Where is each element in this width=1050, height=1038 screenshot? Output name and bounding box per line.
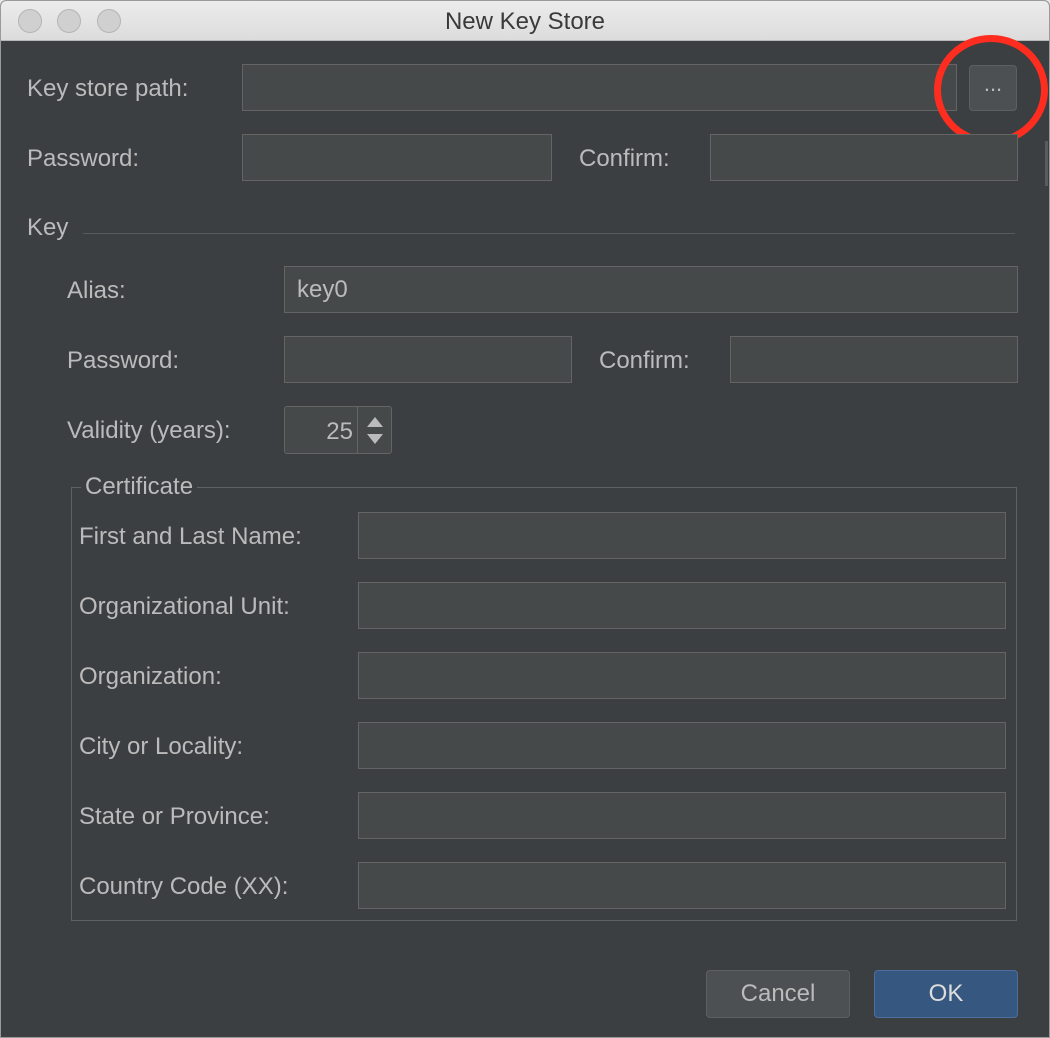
validity-label: Validity (years): [67,417,231,444]
key-section-label: Key [27,214,69,241]
keystore-password-label: Password: [27,145,140,172]
cert-city-input[interactable] [358,722,1006,769]
cert-org-unit-input[interactable] [358,582,1006,629]
cert-country-label: Country Code (XX): [79,873,289,900]
key-section-divider [83,233,1015,234]
cert-state-input[interactable] [358,792,1006,839]
key-password-label: Password: [67,347,180,374]
cancel-button[interactable]: Cancel [706,970,850,1018]
key-confirm-input[interactable] [730,336,1018,383]
validity-stepper[interactable]: 25 [284,406,392,454]
increment-arrow-icon[interactable] [367,417,383,427]
cert-state-label: State or Province: [79,803,270,830]
cert-org-unit-label: Organizational Unit: [79,593,290,620]
title-bar: New Key Store [1,1,1049,41]
validity-value: 25 [326,418,353,445]
key-password-input[interactable] [284,336,572,383]
ok-button[interactable]: OK [874,970,1018,1018]
keystore-confirm-input[interactable] [710,134,1018,181]
alias-input[interactable] [284,266,1018,313]
cert-organization-input[interactable] [358,652,1006,699]
cert-organization-label: Organization: [79,663,222,690]
window-title: New Key Store [444,8,606,35]
cert-city-label: City or Locality: [79,733,244,760]
alias-label: Alias: [67,277,126,304]
cert-name-label: First and Last Name: [79,523,302,550]
cert-name-input[interactable] [358,512,1006,559]
highlight-circle-annotation [934,35,1048,145]
decrement-arrow-icon[interactable] [367,434,383,444]
stepper-arrows[interactable] [357,407,391,453]
key-confirm-label: Confirm: [599,347,690,374]
cert-country-input[interactable] [358,862,1006,909]
keystore-path-input[interactable] [242,64,957,111]
certificate-legend: Certificate [81,473,198,501]
keystore-path-label: Key store path: [27,75,189,102]
new-key-store-dialog: New Key Store Key store path: ... Passwo… [0,0,1050,1038]
keystore-confirm-label: Confirm: [579,145,670,172]
scrollbar-edge [1045,141,1048,186]
keystore-password-input[interactable] [242,134,552,181]
